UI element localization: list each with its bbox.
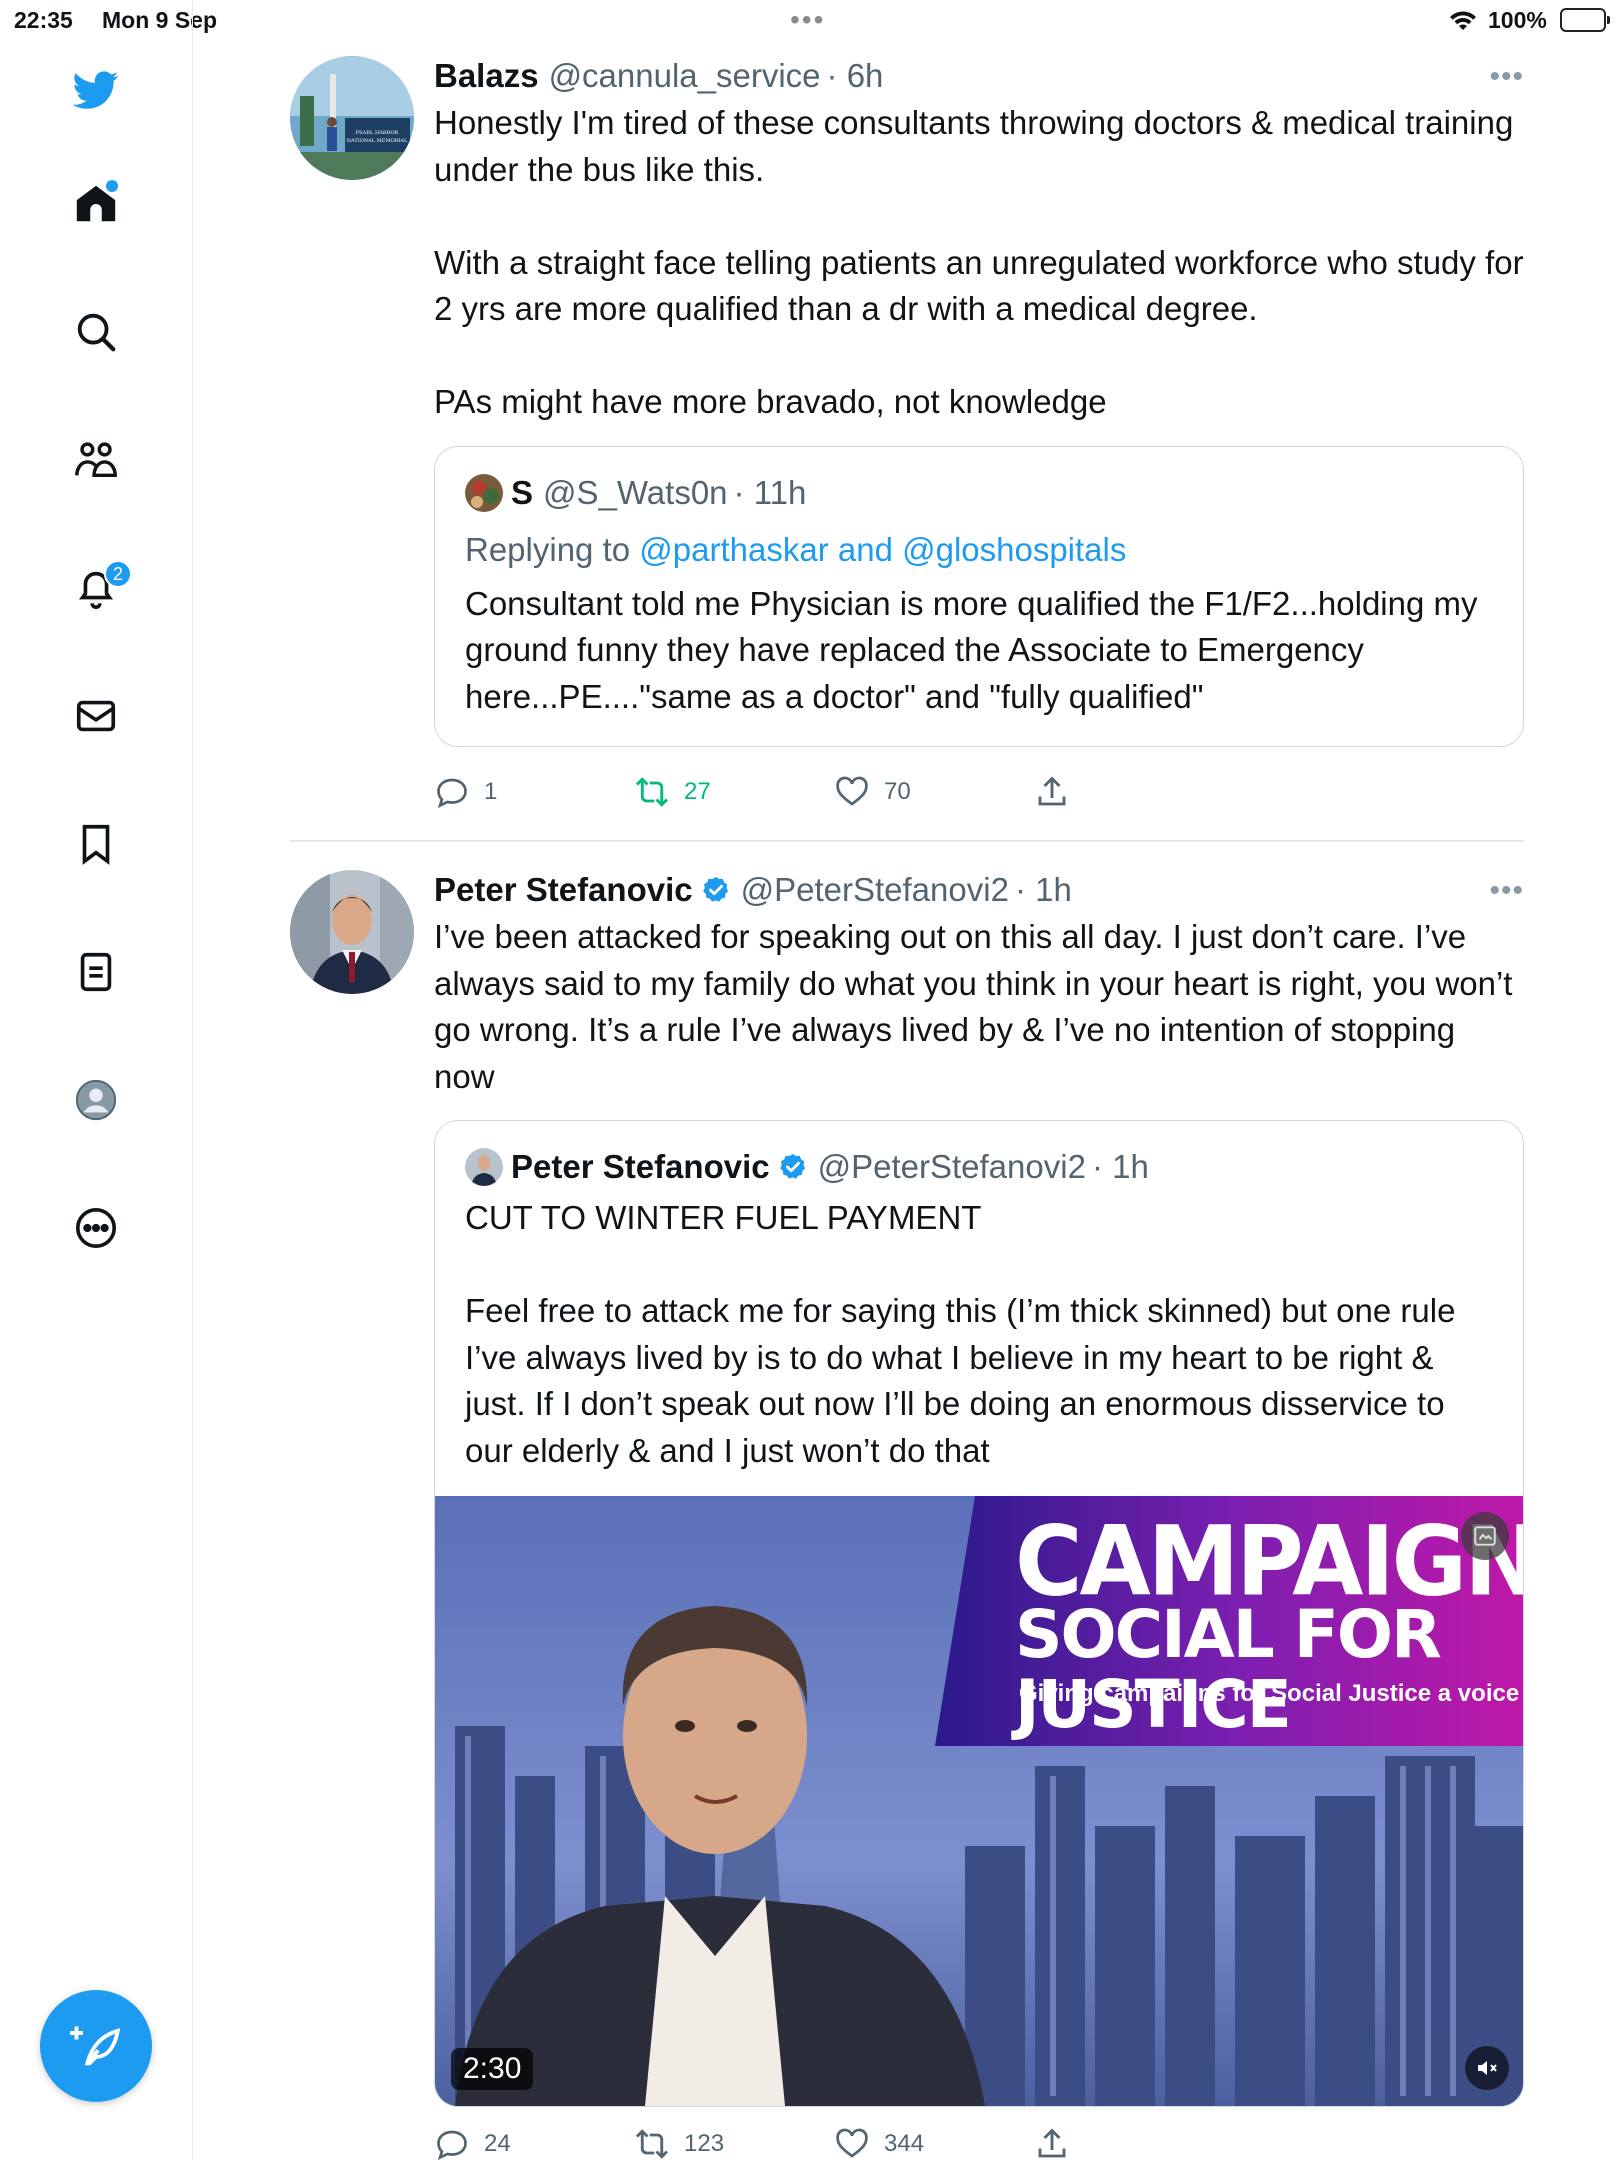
- compose-tweet-button[interactable]: [40, 1990, 152, 2102]
- profile-icon[interactable]: [66, 1070, 126, 1130]
- status-bar: 22:35 Mon 9 Sep ••• 100%: [0, 0, 1620, 40]
- share-icon: [1038, 2128, 1066, 2158]
- quoted-tweet[interactable]: Peter Stefanovic @PeterStefanovi2 · 1h C…: [434, 1120, 1524, 2107]
- quoted-tweet-time: · 11h: [733, 473, 807, 511]
- quoted-author-name: Peter Stefanovic: [511, 1148, 770, 1185]
- replying-prefix: Replying to: [465, 530, 631, 568]
- reply-icon: [437, 778, 467, 809]
- svg-text:NATIONAL MEMORIAL: NATIONAL MEMORIAL: [347, 138, 408, 144]
- battery-icon: [1560, 8, 1610, 32]
- quoted-author-handle: @PeterStefanovi2: [817, 1148, 1086, 1185]
- heart-icon: [836, 776, 868, 806]
- replying-to-link[interactable]: @parthaskar and @gloshospitals: [639, 531, 1126, 568]
- retweet-icon: [635, 777, 669, 807]
- retweet-button[interactable]: 27: [634, 774, 711, 810]
- tweet-more-icon[interactable]: •••: [1489, 874, 1524, 908]
- verified-badge-icon: [779, 1153, 805, 1179]
- author-handle[interactable]: @PeterStefanovi2: [741, 870, 1009, 910]
- video-banner-subtitle: SOCIAL FOR JUSTICE: [1015, 1596, 1442, 1743]
- heart-icon: [836, 2128, 868, 2158]
- quoted-tweet-text: CUT TO WINTER FUEL PAYMENT Feel free to …: [465, 1199, 1456, 1469]
- tweet-actions: 24 123 344: [434, 2126, 1134, 2160]
- svg-text:PEARL HARBOR: PEARL HARBOR: [356, 130, 399, 136]
- author-name[interactable]: Balazs: [434, 56, 539, 96]
- quoted-avatar: [465, 1148, 503, 1186]
- quoted-tweet-header: S @S_Wats0n · 11h: [465, 473, 1493, 513]
- replying-to: Replying to @parthaskar and @gloshospita…: [465, 527, 1493, 573]
- content-warning-icon[interactable]: [1461, 1512, 1509, 1560]
- reply-count: 24: [484, 2130, 511, 2157]
- reply-button[interactable]: 24: [434, 2126, 511, 2160]
- share-icon: [1038, 776, 1066, 806]
- video-duration: 2:30: [451, 2048, 534, 2090]
- quoted-tweet-text: Consultant told me Physician is more qua…: [465, 584, 1487, 715]
- wifi-icon: [1448, 8, 1478, 38]
- communities-icon[interactable]: [66, 430, 126, 490]
- quoted-author-name: S: [511, 473, 534, 511]
- twitter-logo-icon[interactable]: [66, 60, 126, 120]
- tweet[interactable]: Peter Stefanovic @PeterStefanovi2 · 1h •…: [290, 870, 1524, 2160]
- sidebar: 2: [0, 0, 193, 2160]
- retweet-count: 27: [684, 778, 711, 805]
- quoted-tweet-header: Peter Stefanovic @PeterStefanovi2 · 1h: [465, 1147, 1493, 1187]
- retweet-button[interactable]: 123: [634, 2126, 724, 2160]
- tweet-header: Balazs @cannula_service · 6h: [434, 56, 1524, 96]
- avatar[interactable]: [290, 870, 414, 994]
- notifications-icon[interactable]: 2: [66, 558, 132, 618]
- home-icon[interactable]: [66, 174, 126, 234]
- quoted-avatar: [465, 473, 503, 512]
- video-banner-tagline: Giving campaigns for Social Justice a vo…: [1019, 1680, 1520, 1707]
- tweet-header: Peter Stefanovic @PeterStefanovi2 · 1h: [434, 870, 1524, 910]
- verified-badge-icon: [702, 876, 728, 902]
- reply-button[interactable]: 1: [434, 774, 497, 810]
- reply-count: 1: [484, 778, 498, 805]
- battery-percentage: 100%: [1488, 7, 1547, 33]
- notifications-badge: 2: [104, 560, 132, 588]
- like-count: 70: [884, 778, 911, 805]
- tweet-actions: 1 27 70: [434, 774, 1134, 814]
- quoted-tweet[interactable]: S @S_Wats0n · 11h Replying to @parthaska…: [434, 445, 1524, 747]
- retweet-count: 123: [684, 2130, 725, 2157]
- compose-tweet-icon: [70, 2026, 121, 2066]
- like-button[interactable]: 70: [834, 774, 911, 810]
- home-unread-dot: [106, 180, 118, 192]
- like-button[interactable]: 344: [834, 2126, 924, 2160]
- search-icon[interactable]: [66, 302, 126, 362]
- like-count: 344: [884, 2130, 925, 2157]
- tweet-time[interactable]: · 6h: [827, 56, 884, 96]
- tweet-time[interactable]: · 1h: [1015, 870, 1072, 910]
- share-button[interactable]: [1034, 774, 1084, 810]
- quoted-author-handle: @S_Wats0n: [543, 473, 728, 511]
- retweet-icon: [635, 2129, 669, 2159]
- reply-icon: [437, 2130, 467, 2160]
- tweet-text: I’ve been attacked for speaking out on t…: [434, 918, 1522, 1095]
- share-button[interactable]: [1034, 2126, 1084, 2160]
- author-handle[interactable]: @cannula_service: [549, 56, 821, 96]
- author-name[interactable]: Peter Stefanovic: [434, 870, 693, 910]
- messages-icon[interactable]: [66, 686, 126, 746]
- tweet-divider: [290, 840, 1524, 842]
- mute-toggle[interactable]: [1465, 2046, 1509, 2090]
- tweet-more-icon[interactable]: •••: [1489, 60, 1524, 94]
- video-player[interactable]: CAMPAIGN SOCIAL FOR JUSTICE Giving campa…: [435, 1496, 1523, 2106]
- bookmarks-icon[interactable]: [66, 814, 126, 874]
- more-icon[interactable]: [66, 1198, 126, 1258]
- tweet-text: Honestly I'm tired of these consultants …: [434, 104, 1524, 420]
- avatar[interactable]: PEARL HARBOR NATIONAL MEMORIAL: [290, 56, 414, 180]
- tweet[interactable]: PEARL HARBOR NATIONAL MEMORIAL Balazs @c…: [290, 56, 1524, 826]
- multitasking-dots-icon[interactable]: •••: [790, 4, 825, 36]
- speaker-muted-icon: [1478, 2061, 1497, 2075]
- lists-icon[interactable]: [66, 942, 126, 1002]
- quoted-tweet-time: · 1h: [1091, 1148, 1149, 1185]
